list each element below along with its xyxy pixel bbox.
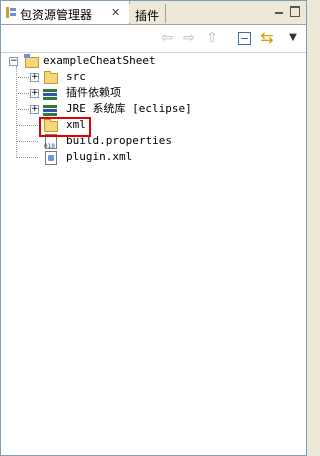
expand-toggle[interactable]: + <box>30 89 39 98</box>
package-explorer-icon <box>6 7 16 18</box>
maximize-icon[interactable] <box>290 6 300 17</box>
project-icon <box>24 54 39 68</box>
source-folder-icon <box>43 70 58 84</box>
link-with-editor-icon[interactable]: ⇆ <box>259 30 275 46</box>
expand-toggle[interactable]: + <box>30 105 39 114</box>
highlight-box <box>39 117 91 137</box>
tab-package-explorer[interactable]: 包资源管理器 ✕ <box>1 1 130 24</box>
tree-item-label: JRE 系统库 [eclipse] <box>66 102 192 115</box>
view-tab-strip: 包资源管理器 ✕ 插件 <box>1 1 306 25</box>
tree-item-label: plugin.xml <box>66 150 133 163</box>
tab-plugins-label: 插件 <box>135 9 160 23</box>
back-icon[interactable]: ⇦ <box>159 30 175 46</box>
tab-package-explorer-label: 包资源管理器 <box>20 8 93 22</box>
plugin-file-icon <box>43 150 58 165</box>
forward-icon[interactable]: ⇨ <box>181 30 197 46</box>
tree-item-label: exampleCheatSheet <box>43 54 156 67</box>
library-icon <box>43 102 58 116</box>
collapse-all-icon[interactable] <box>238 32 251 45</box>
tree-item-label: src <box>66 70 86 83</box>
package-explorer-view: 包资源管理器 ✕ 插件 ⇦ ⇨ ⇧ ⇆ ▼ − exampleCheatShee… <box>0 0 307 456</box>
minimize-icon[interactable] <box>274 6 284 16</box>
library-icon <box>43 86 58 100</box>
expand-toggle[interactable]: + <box>30 73 39 82</box>
close-icon[interactable]: ✕ <box>111 6 120 19</box>
view-toolbar: ⇦ ⇨ ⇧ ⇆ ▼ <box>1 25 306 53</box>
tree-item-label: 插件依赖项 <box>66 86 121 99</box>
up-icon[interactable]: ⇧ <box>204 30 220 46</box>
collapse-toggle[interactable]: − <box>9 57 18 66</box>
tab-plugins[interactable]: 插件 <box>129 4 166 23</box>
view-menu-icon[interactable]: ▼ <box>285 30 301 46</box>
